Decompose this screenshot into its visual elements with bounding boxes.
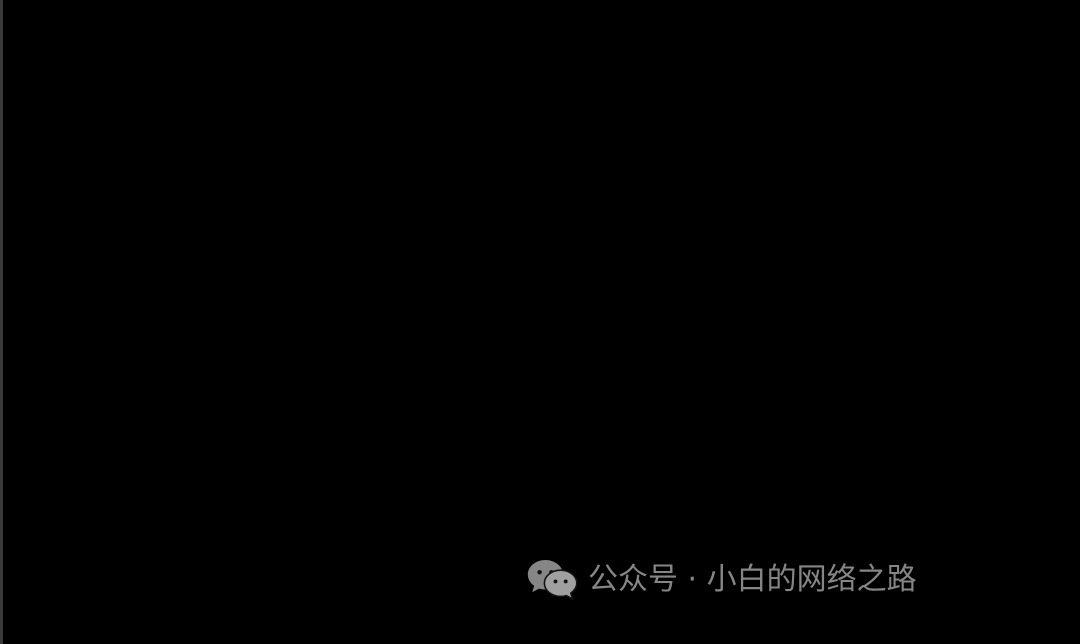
- wechat-icon: [527, 558, 579, 602]
- watermark: 公众号 · 小白的网络之路: [527, 558, 917, 602]
- terminal-window[interactable]: 公众号 · 小白的网络之路: [0, 0, 1080, 644]
- watermark-text: 公众号 · 小白的网络之路: [588, 562, 917, 597]
